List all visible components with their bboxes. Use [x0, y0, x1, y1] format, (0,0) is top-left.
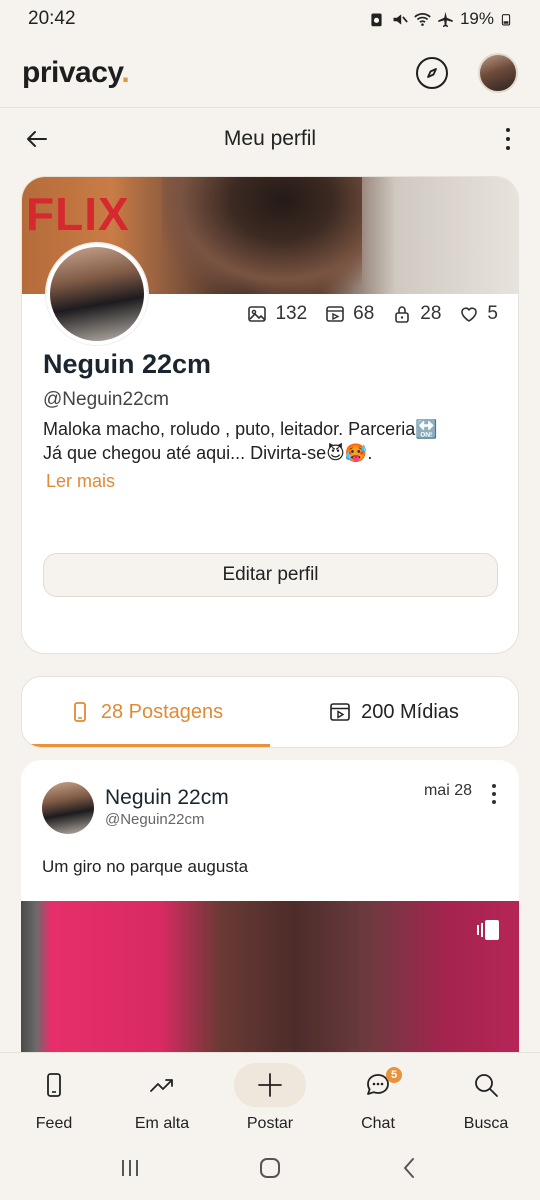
profile-bio: Maloka macho, roludo , puto, leitador. P…	[43, 417, 503, 465]
stat-videos: 68	[325, 303, 374, 325]
post-more-options-icon[interactable]	[491, 784, 497, 804]
page-title: Meu perfil	[223, 127, 317, 150]
page-header: Meu perfil	[0, 108, 540, 170]
mute-icon	[393, 13, 408, 25]
wifi-icon	[414, 12, 431, 26]
profile-avatar[interactable]	[46, 243, 148, 345]
tab-posts[interactable]: 28 Postagens	[22, 677, 270, 747]
app-header: privacy.	[0, 38, 540, 108]
post-author-handle: @Neguin22cm	[105, 811, 205, 828]
chat-badge: 5	[386, 1067, 402, 1083]
phone-icon	[47, 1073, 61, 1097]
nav-chat[interactable]: 5 Chat	[333, 1063, 423, 1133]
stat-photos: 132	[247, 303, 307, 325]
post-text: Um giro no parque augusta	[42, 857, 249, 876]
user-avatar[interactable]	[478, 52, 518, 93]
media-gallery-icon	[477, 920, 499, 940]
system-nav-bar	[0, 1136, 540, 1200]
app-logo[interactable]: privacy.	[22, 56, 130, 90]
profile-card: FLIX 132 68 28 5 Neguin 22cm @Neguin22cm…	[21, 176, 519, 654]
stat-locked: 28	[392, 303, 441, 325]
heart-icon	[461, 307, 478, 322]
more-options-icon[interactable]	[504, 128, 512, 150]
battery-percent: 19%	[459, 9, 494, 28]
video-icon	[330, 703, 350, 721]
status-time: 20:42	[28, 8, 76, 29]
plus-icon	[258, 1073, 282, 1097]
back-arrow-icon[interactable]	[24, 126, 50, 152]
read-more-link[interactable]: Ler mais	[46, 471, 115, 492]
trending-icon	[150, 1079, 173, 1092]
cover-text: FLIX	[26, 188, 130, 240]
nav-search[interactable]: Busca	[441, 1063, 531, 1133]
battery-icon	[501, 13, 511, 25]
tab-media[interactable]: 200 Mídias	[270, 677, 518, 747]
profile-stats: 132 68 28 5	[247, 303, 498, 325]
profile-name: Neguin 22cm	[43, 349, 212, 379]
status-icons: 19%	[368, 9, 512, 29]
status-bar: 20:42 19%	[0, 0, 540, 38]
post-media[interactable]	[21, 901, 519, 1060]
phone-icon	[73, 702, 86, 722]
explore-compass-icon[interactable]	[416, 56, 448, 89]
lock-icon	[395, 306, 410, 323]
nav-post[interactable]: Postar	[225, 1063, 315, 1133]
stat-likes: 5	[459, 303, 498, 325]
recycle-icon	[371, 13, 382, 26]
bio-line: Já que chegou até aqui... Divirta-se😈🥵.	[43, 443, 373, 463]
edit-profile-button[interactable]: Editar perfil	[43, 553, 498, 597]
bio-line: Maloka macho, roludo , puto, leitador. P…	[43, 419, 438, 439]
home-icon[interactable]	[258, 1156, 282, 1180]
video-icon	[326, 306, 344, 322]
post-author-name[interactable]: Neguin 22cm	[105, 786, 229, 810]
post-date: mai 28	[423, 782, 472, 799]
recent-apps-icon[interactable]	[118, 1156, 142, 1180]
post-author-avatar[interactable]	[42, 782, 94, 834]
airplane-icon	[438, 11, 453, 27]
back-icon[interactable]	[398, 1156, 422, 1180]
nav-trending[interactable]: Em alta	[117, 1063, 207, 1133]
search-icon	[475, 1074, 498, 1097]
profile-tabs: 28 Postagens 200 Mídias	[21, 676, 519, 748]
cover-figure	[162, 177, 362, 294]
post-card: Neguin 22cm @Neguin22cm mai 28 Um giro n…	[21, 760, 519, 1060]
profile-handle: @Neguin22cm	[43, 389, 169, 410]
image-icon	[248, 306, 267, 322]
bottom-nav: Feed Em alta Postar 5 Chat Busca	[0, 1052, 540, 1136]
nav-feed[interactable]: Feed	[9, 1063, 99, 1133]
